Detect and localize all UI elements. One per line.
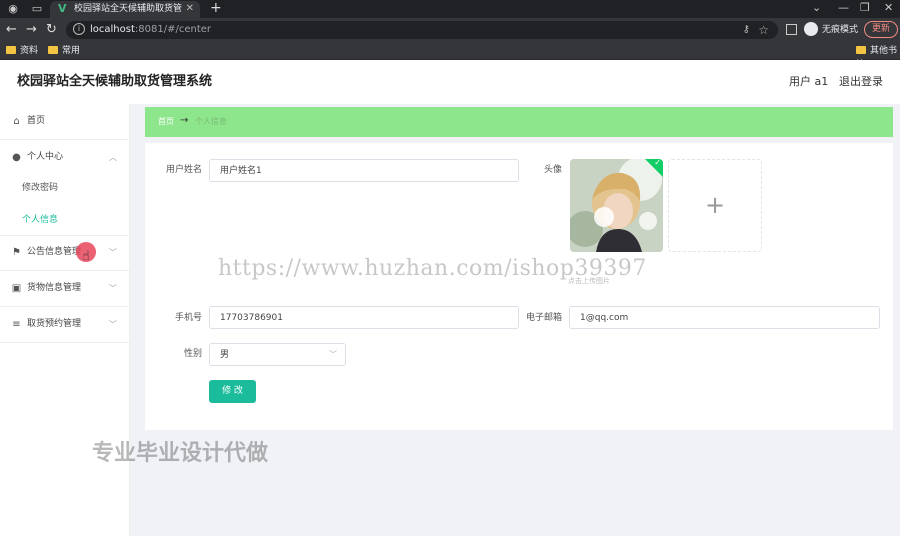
tab-title: 校园驿站全天候辅助取货管理系统 [74, 4, 182, 14]
profile-form-panel [145, 143, 893, 430]
update-button[interactable]: 更新 [864, 21, 898, 38]
breadcrumb: 首页 → 个人信息 [145, 107, 893, 137]
sidebar-item-announcement[interactable]: ⚑ 公告信息管理 ﹀ [0, 235, 130, 271]
close-tab-icon[interactable]: ✕ [186, 2, 194, 16]
chevron-up-icon: ︿ [109, 153, 117, 162]
logout-link[interactable]: 退出登录 [839, 75, 883, 89]
sidebar-item-change-password[interactable]: 修改密码 [0, 172, 130, 204]
username-value: 用户姓名1 [220, 166, 262, 176]
chevron-down-icon: ﹀ [109, 320, 117, 329]
sidebar-item-pickup[interactable]: ≡ 取货预约管理 ﹀ [0, 307, 130, 343]
breadcrumb-separator: → [180, 115, 189, 126]
ticket-icon: ▣ [11, 283, 22, 294]
incognito-icon [804, 22, 818, 36]
phone-input[interactable]: 17703786901 [209, 306, 519, 329]
bookmark-folder-ziliao[interactable]: 资料 [6, 44, 38, 58]
url-text: localhost:8081/#/center [90, 24, 211, 35]
chevron-down-icon: ﹀ [329, 350, 337, 359]
forward-icon[interactable]: → [26, 22, 37, 38]
current-user: 用户 a1 [789, 75, 829, 88]
app-header: 校园驿站全天候辅助取货管理系统 用户 a1 退出登录 [0, 60, 900, 104]
email-label: 电子邮箱 [525, 313, 562, 323]
sidebar-item-personal-center[interactable]: ● 个人中心 ︿ [0, 140, 130, 176]
folder-icon [48, 46, 58, 54]
hand-cursor-icon: ☝ [82, 249, 90, 264]
email-value: 1@qq.com [580, 313, 629, 323]
tab-strip-icon[interactable]: ▭ [30, 2, 44, 16]
bookmark-star-icon[interactable]: ☆ [758, 22, 769, 38]
username-input[interactable]: 用户姓名1 [209, 159, 519, 182]
sidebar-item-label: 货物信息管理 [27, 283, 82, 293]
list-icon: ≡ [12, 319, 21, 330]
sidebar: ⌂ 首页 ● 个人中心 ︿ 修改密码 个人信息 ⚑ 公告信息管理 ﹀ ▣ 货物信… [0, 104, 130, 536]
avatar-image[interactable]: ✓ [570, 159, 663, 252]
browser-tab-active[interactable]: V 校园驿站全天候辅助取货管理系统 ✕ [50, 1, 200, 18]
bookmark-folder-changyong[interactable]: 常用 [48, 44, 80, 58]
maximize-icon[interactable]: ❐ [860, 0, 870, 16]
new-tab-icon[interactable]: + [210, 0, 222, 17]
avatar-upload-box[interactable]: + [668, 159, 762, 252]
folder-icon [6, 46, 16, 54]
sidebar-item-label: 首页 [27, 116, 46, 126]
back-icon[interactable]: ← [6, 22, 17, 38]
sidebar-item-goods[interactable]: ▣ 货物信息管理 ﹀ [0, 271, 130, 307]
sidebar-item-label: 公告信息管理 [27, 247, 82, 257]
phone-value: 17703786901 [220, 313, 283, 323]
incognito-label: 无痕模式 [822, 25, 859, 35]
minimize-icon[interactable]: — [838, 0, 849, 16]
email-input[interactable]: 1@qq.com [569, 306, 880, 329]
sidebar-item-label: 个人中心 [27, 152, 64, 162]
app-title: 校园驿站全天候辅助取货管理系统 [17, 74, 213, 89]
gender-label: 性别 [183, 349, 202, 359]
sidebar-item-label: 取货预约管理 [27, 319, 82, 329]
gender-value: 男 [220, 350, 230, 360]
flag-icon: ⚑ [12, 247, 21, 258]
gender-select[interactable]: 男 ﹀ [209, 343, 346, 366]
vue-logo-icon: V [58, 2, 67, 15]
home-icon: ⌂ [13, 116, 20, 127]
watermark-text: 专业毕业设计代做 [92, 441, 269, 466]
sidebar-item-home[interactable]: ⌂ 首页 [0, 104, 130, 140]
sidebar-item-personal-info[interactable]: 个人信息 [0, 204, 130, 236]
avatar-label: 头像 [543, 165, 562, 175]
plus-icon: + [704, 191, 726, 219]
browser-toolbar: ← → ↻ i localhost:8081/#/center ⚷ ☆ 无痕模式… [0, 18, 900, 42]
globe-icon[interactable]: ◉ [6, 2, 20, 16]
chevron-down-icon[interactable]: ⌄ [812, 0, 821, 16]
breadcrumb-home[interactable]: 首页 [158, 116, 174, 128]
side-panel-icon[interactable] [786, 24, 797, 35]
check-icon: ✓ [654, 159, 661, 167]
close-window-icon[interactable]: ✕ [884, 0, 893, 16]
watermark-url: https://www.huzhan.com/ishop39397 [218, 256, 647, 281]
key-icon[interactable]: ⚷ [743, 23, 750, 37]
browser-tab-bar: ◉ ▭ V 校园驿站全天候辅助取货管理系统 ✕ + ⌄ — ❐ ✕ [0, 0, 900, 18]
address-bar[interactable]: i localhost:8081/#/center ⚷ ☆ [66, 21, 778, 39]
sidebar-item-label: 个人信息 [22, 215, 59, 225]
sidebar-item-label: 修改密码 [22, 183, 59, 193]
reload-icon[interactable]: ↻ [46, 22, 57, 38]
site-info-icon[interactable]: i [73, 23, 85, 35]
submit-button[interactable]: 修 改 [209, 380, 256, 403]
folder-icon [856, 46, 866, 54]
user-icon: ● [12, 152, 21, 163]
username-label: 用户姓名 [165, 165, 202, 175]
phone-label: 手机号 [174, 313, 202, 323]
breadcrumb-current: 个人信息 [195, 117, 227, 126]
chevron-down-icon: ﹀ [109, 248, 117, 257]
chevron-down-icon: ﹀ [109, 284, 117, 293]
bookmarks-bar: 资料 常用 其他书签 [0, 42, 900, 70]
